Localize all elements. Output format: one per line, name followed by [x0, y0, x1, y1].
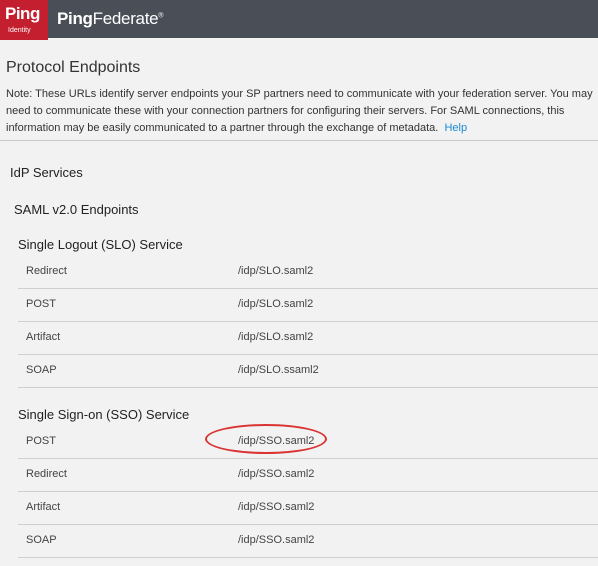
- endpoint-path: /idp/SLO.saml2: [238, 331, 314, 343]
- binding-label: SOAP: [26, 534, 57, 546]
- endpoint-path: /idp/SLO.ssaml2: [238, 364, 319, 376]
- note-text: Note: These URLs identify server endpoin…: [6, 88, 593, 134]
- endpoint-path: /idp/SSO.saml2: [238, 534, 315, 546]
- logo-subtext: Identity: [8, 27, 31, 34]
- sso-service-heading: Single Sign-on (SSO) Service: [18, 407, 190, 422]
- endpoint-path: /idp/SLO.saml2: [238, 298, 314, 310]
- endpoint-path: /idp/SSO.saml2: [238, 501, 315, 513]
- logo-text: Ping: [5, 4, 40, 23]
- idp-services-heading: IdP Services: [10, 165, 83, 180]
- divider: [0, 140, 598, 141]
- slo-row: Redirect /idp/SLO.saml2: [18, 256, 598, 289]
- top-bar: Ping Identity PingFederate®: [0, 0, 598, 40]
- sso-row: SOAP /idp/SSO.saml2: [18, 525, 598, 558]
- saml-endpoints-heading: SAML v2.0 Endpoints: [14, 202, 139, 217]
- binding-label: Redirect: [26, 468, 67, 480]
- highlight-ellipse: [205, 424, 327, 454]
- page-note: Note: These URLs identify server endpoin…: [6, 86, 596, 137]
- ping-identity-logo[interactable]: Ping Identity: [0, 0, 48, 40]
- sso-row: Redirect /idp/SSO.saml2: [18, 459, 598, 492]
- product-name-rest: Federate: [92, 9, 159, 28]
- product-name: PingFederate®: [57, 9, 163, 29]
- slo-row: SOAP /idp/SLO.ssaml2: [18, 355, 598, 388]
- help-link[interactable]: Help: [444, 122, 467, 134]
- binding-label: Artifact: [26, 331, 61, 343]
- slo-row: Artifact /idp/SLO.saml2: [18, 322, 598, 355]
- slo-service-heading: Single Logout (SLO) Service: [18, 237, 183, 252]
- sso-row: Artifact /idp/SSO.saml2: [18, 492, 598, 525]
- product-name-bold: Ping: [57, 9, 93, 28]
- binding-label: POST: [26, 298, 56, 310]
- page-title: Protocol Endpoints: [6, 59, 141, 76]
- slo-row: POST /idp/SLO.saml2: [18, 289, 598, 322]
- endpoint-path: /idp/SLO.saml2: [238, 265, 314, 277]
- binding-label: Artifact: [26, 501, 61, 513]
- binding-label: SOAP: [26, 364, 57, 376]
- product-trademark: ®: [158, 12, 164, 20]
- binding-label: POST: [26, 435, 56, 447]
- binding-label: Redirect: [26, 265, 67, 277]
- endpoint-path: /idp/SSO.saml2: [238, 468, 315, 480]
